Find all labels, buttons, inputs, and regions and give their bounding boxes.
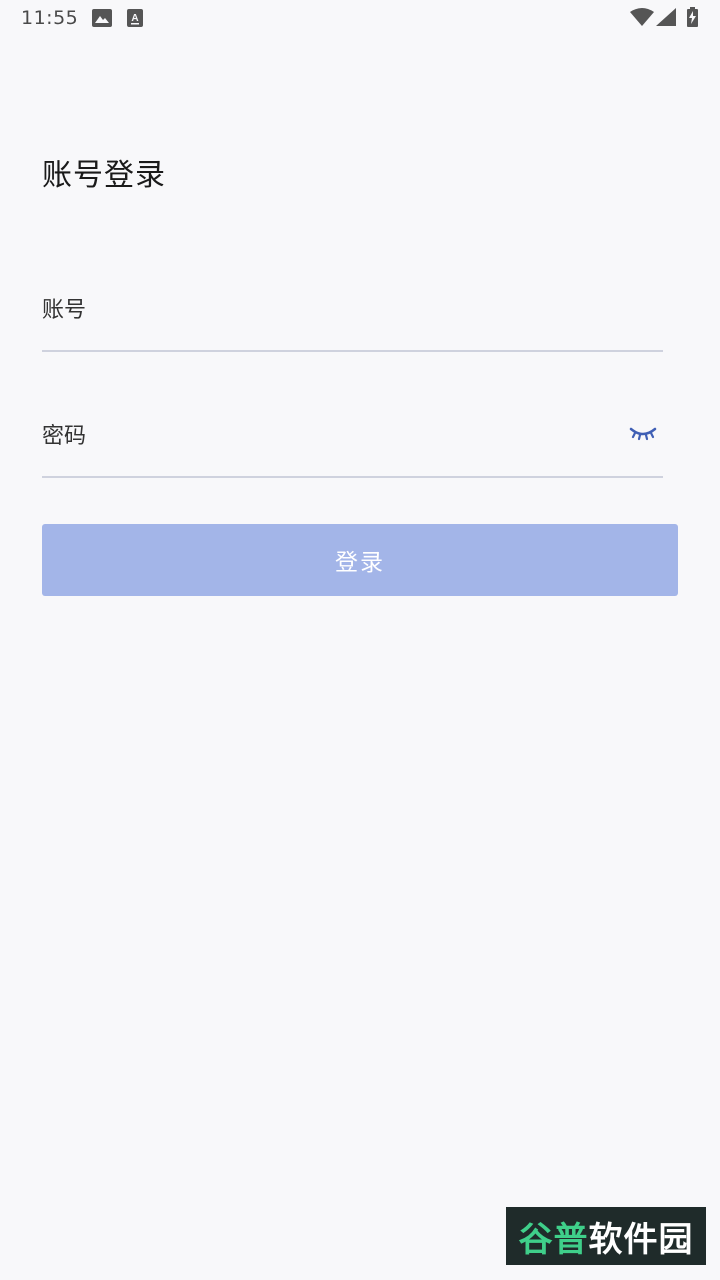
- keyboard-a-icon: A: [127, 9, 143, 31]
- account-input[interactable]: [42, 290, 602, 330]
- status-bar: 11:55 A: [0, 0, 720, 36]
- image-notification-icon: [92, 9, 112, 31]
- login-button[interactable]: 登录: [42, 524, 678, 596]
- cell-signal-icon: [656, 8, 676, 30]
- login-screen: 11:55 A 账号登录 账号 登录 谷普 软件园: [0, 0, 720, 1280]
- watermark-text-white: 软件园: [588, 1219, 694, 1260]
- eye-closed-icon[interactable]: [629, 424, 657, 444]
- page-title: 账号登录: [42, 158, 166, 193]
- status-time: 11:55: [21, 7, 79, 29]
- wifi-icon: [630, 8, 654, 30]
- password-input[interactable]: [42, 416, 602, 456]
- password-field: [42, 416, 663, 478]
- account-field: [42, 290, 663, 352]
- svg-text:A: A: [131, 13, 138, 24]
- battery-charging-icon: [687, 7, 698, 31]
- watermark-text-green: 谷普: [518, 1219, 589, 1260]
- watermark-logo: 谷普 软件园: [506, 1207, 706, 1265]
